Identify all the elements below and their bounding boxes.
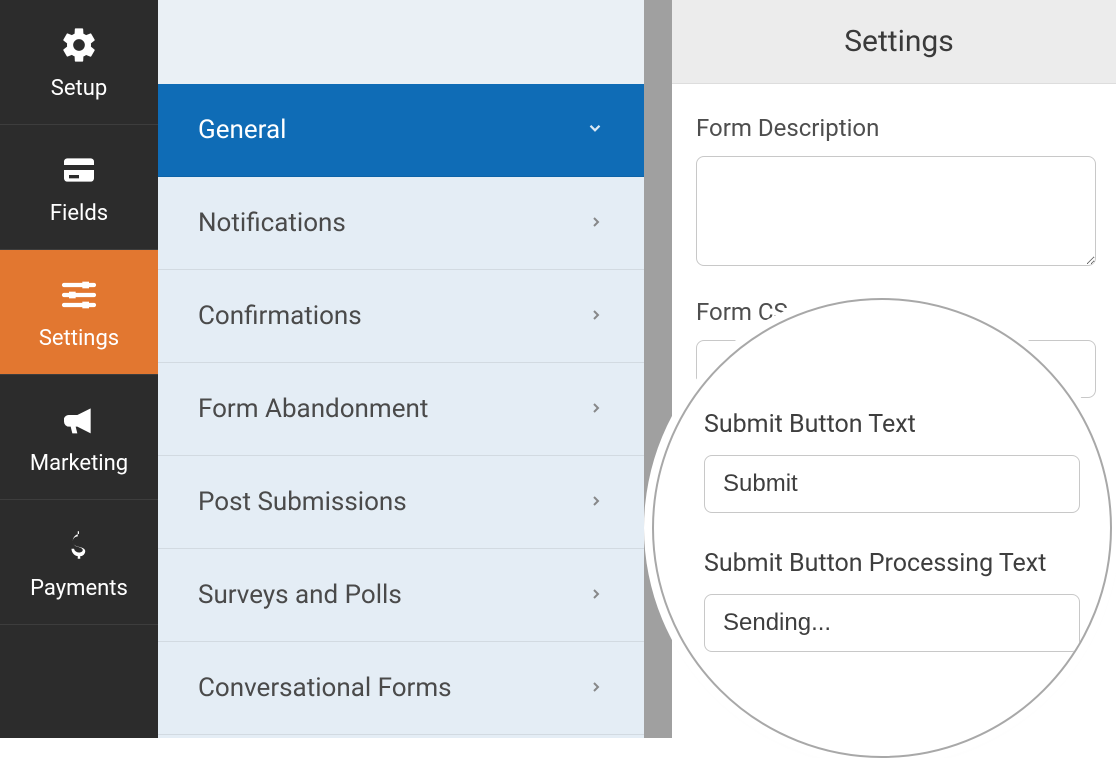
leftnav-fields-label: Fields: [50, 201, 108, 226]
magnifier-overlay: Submit Button Text Submit Button Process…: [652, 298, 1112, 758]
sliders-icon: [58, 274, 100, 316]
leftnav-fields[interactable]: Fields: [0, 125, 158, 250]
submenu-notifications[interactable]: Notifications: [158, 177, 644, 270]
submit-text-label: Submit Button Text: [704, 410, 1080, 439]
chevron-down-icon: [586, 118, 604, 142]
form-description-label: Form Description: [696, 114, 1096, 142]
submenu-conversational-forms[interactable]: Conversational Forms: [158, 642, 644, 735]
submenu-confirmations[interactable]: Confirmations: [158, 270, 644, 363]
form-description-input[interactable]: [696, 156, 1096, 266]
leftnav-setup[interactable]: Setup: [0, 0, 158, 125]
chevron-right-icon: [588, 211, 604, 235]
submenu-confirmations-label: Confirmations: [198, 301, 362, 331]
right-pane-title: Settings: [672, 0, 1116, 84]
submit-text-block: Submit Button Text: [704, 410, 1080, 513]
settings-submenu: General Notifications Confirmations Form…: [158, 0, 644, 738]
submenu-post-submissions[interactable]: Post Submissions: [158, 456, 644, 549]
chevron-right-icon: [588, 304, 604, 328]
processing-text-label: Submit Button Processing Text: [704, 549, 1080, 578]
leftnav-setup-label: Setup: [51, 76, 107, 101]
processing-text-input[interactable]: [704, 594, 1080, 652]
submenu-general[interactable]: General: [158, 84, 644, 177]
leftnav-settings[interactable]: Settings: [0, 250, 158, 375]
submit-text-input[interactable]: [704, 455, 1080, 513]
submenu-post-submissions-label: Post Submissions: [198, 487, 407, 517]
leftnav-marketing[interactable]: Marketing: [0, 375, 158, 500]
leftnav-payments[interactable]: Payments: [0, 500, 158, 625]
dollar-icon: [58, 524, 100, 566]
right-pane: Settings Form Description Form CS Submit…: [672, 0, 1116, 738]
leftnav-settings-label: Settings: [39, 326, 119, 351]
chevron-right-icon: [588, 583, 604, 607]
submenu-abandonment-label: Form Abandonment: [198, 394, 428, 424]
chevron-right-icon: [588, 676, 604, 700]
bullhorn-icon: [58, 399, 100, 441]
submenu-surveys-label: Surveys and Polls: [198, 580, 402, 610]
chevron-right-icon: [588, 490, 604, 514]
submenu-surveys-polls[interactable]: Surveys and Polls: [158, 549, 644, 642]
submenu-conversational-label: Conversational Forms: [198, 673, 452, 703]
form-description-block: Form Description: [696, 114, 1096, 270]
gear-icon: [58, 24, 100, 66]
submenu-general-label: General: [198, 115, 286, 145]
submenu-header-spacer: [158, 0, 644, 84]
processing-text-block: Submit Button Processing Text: [704, 549, 1080, 652]
leftnav-marketing-label: Marketing: [30, 451, 128, 476]
panel-divider: [644, 0, 672, 738]
submenu-form-abandonment[interactable]: Form Abandonment: [158, 363, 644, 456]
left-nav: Setup Fields Settings Marketing Payments: [0, 0, 158, 738]
chevron-right-icon: [588, 397, 604, 421]
leftnav-payments-label: Payments: [30, 576, 128, 601]
submenu-notifications-label: Notifications: [198, 208, 346, 238]
card-icon: [58, 149, 100, 191]
